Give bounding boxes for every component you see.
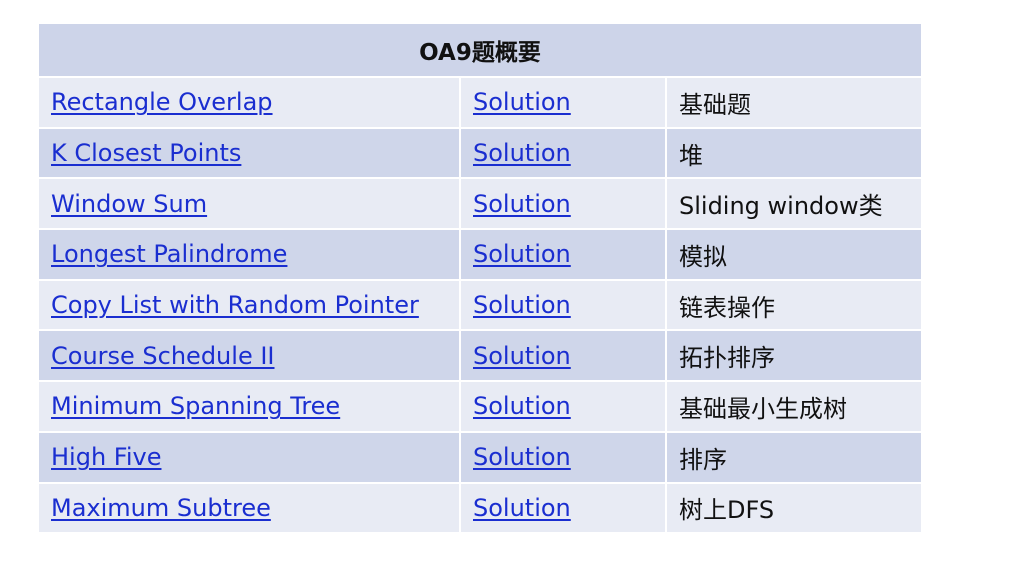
problem-link-maximum-subtree[interactable]: Maximum Subtree — [51, 494, 271, 522]
note-cell: 链表操作 — [667, 280, 921, 332]
solution-cell: Solution — [461, 78, 667, 129]
table-row: Window Sum Solution Sliding window类 — [39, 179, 921, 231]
solution-link[interactable]: Solution — [473, 392, 571, 420]
problem-link-longest-palindrome[interactable]: Longest Palindrome — [51, 240, 287, 268]
note-cell: 排序 — [667, 432, 921, 484]
solution-link[interactable]: Solution — [473, 342, 571, 370]
solution-link[interactable]: Solution — [473, 494, 571, 522]
solution-link[interactable]: Solution — [473, 88, 571, 116]
note-cell: 树上DFS — [667, 483, 921, 535]
note-cell: 模拟 — [667, 230, 921, 281]
note-cell: 基础题 — [667, 78, 921, 129]
solution-link[interactable]: Solution — [473, 291, 571, 319]
problem-cell: K Closest Points — [39, 128, 461, 180]
note-cell: 基础最小生成树 — [667, 382, 921, 433]
problem-link-course-schedule-ii[interactable]: Course Schedule II — [51, 342, 275, 370]
problem-link-copy-list-random-pointer[interactable]: Copy List with Random Pointer — [51, 291, 419, 319]
problem-cell: Minimum Spanning Tree — [39, 382, 461, 433]
problem-cell: Window Sum — [39, 179, 461, 231]
table-title: OA9题概要 — [39, 24, 921, 78]
oa9-summary-table: OA9题概要 Rectangle Overlap Solution 基础题 K … — [39, 24, 921, 535]
problem-cell: Rectangle Overlap — [39, 78, 461, 129]
table-header-row: OA9题概要 — [39, 24, 921, 78]
solution-link[interactable]: Solution — [473, 190, 571, 218]
solution-cell: Solution — [461, 432, 667, 484]
table-row: Minimum Spanning Tree Solution 基础最小生成树 — [39, 382, 921, 433]
problem-link-window-sum[interactable]: Window Sum — [51, 190, 207, 218]
solution-cell: Solution — [461, 230, 667, 281]
solution-cell: Solution — [461, 128, 667, 180]
solution-cell: Solution — [461, 179, 667, 231]
problem-cell: Course Schedule II — [39, 331, 461, 383]
note-cell: Sliding window类 — [667, 179, 921, 231]
note-cell: 堆 — [667, 128, 921, 180]
problem-cell: High Five — [39, 432, 461, 484]
solution-link[interactable]: Solution — [473, 443, 571, 471]
problem-link-k-closest-points[interactable]: K Closest Points — [51, 139, 241, 167]
problem-link-high-five[interactable]: High Five — [51, 443, 161, 471]
table-row: Rectangle Overlap Solution 基础题 — [39, 78, 921, 129]
solution-cell: Solution — [461, 382, 667, 433]
solution-link[interactable]: Solution — [473, 139, 571, 167]
solution-cell: Solution — [461, 483, 667, 535]
solution-cell: Solution — [461, 331, 667, 383]
problem-link-rectangle-overlap[interactable]: Rectangle Overlap — [51, 88, 273, 116]
problem-cell: Copy List with Random Pointer — [39, 280, 461, 332]
table-row: High Five Solution 排序 — [39, 432, 921, 484]
solution-link[interactable]: Solution — [473, 240, 571, 268]
solution-cell: Solution — [461, 280, 667, 332]
table-row: Copy List with Random Pointer Solution 链… — [39, 280, 921, 332]
table-row: Longest Palindrome Solution 模拟 — [39, 230, 921, 281]
table-row: K Closest Points Solution 堆 — [39, 128, 921, 180]
problem-cell: Maximum Subtree — [39, 483, 461, 535]
problem-cell: Longest Palindrome — [39, 230, 461, 281]
table-row: Course Schedule II Solution 拓扑排序 — [39, 331, 921, 383]
slide: OA9题概要 Rectangle Overlap Solution 基础题 K … — [0, 0, 1010, 566]
note-cell: 拓扑排序 — [667, 331, 921, 383]
table-row: Maximum Subtree Solution 树上DFS — [39, 483, 921, 535]
problem-link-minimum-spanning-tree[interactable]: Minimum Spanning Tree — [51, 392, 340, 420]
